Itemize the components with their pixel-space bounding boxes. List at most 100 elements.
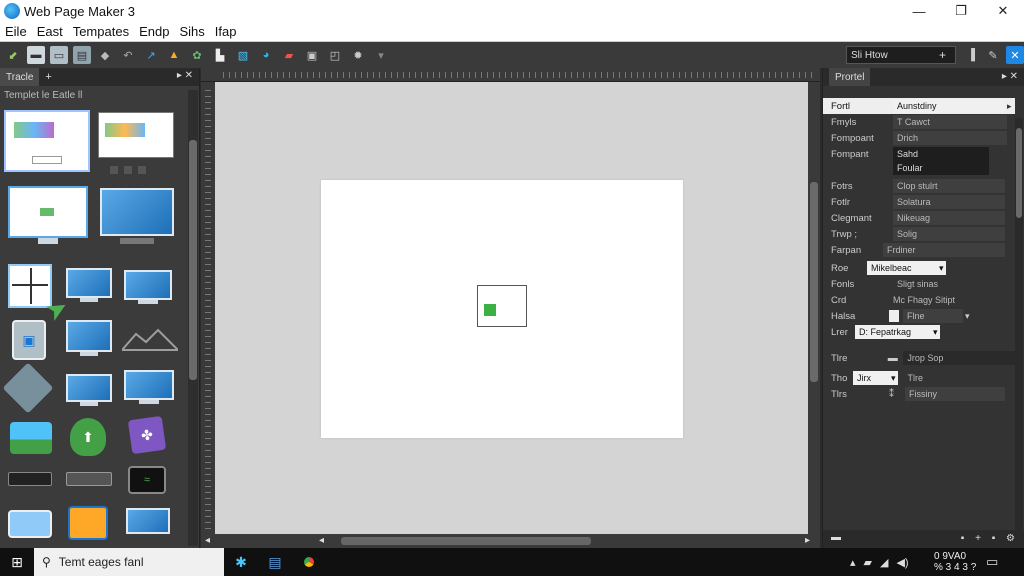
property-row[interactable]: Clegmant Nikeuag [823, 210, 1015, 226]
tools-icon[interactable]: ✕ [1006, 46, 1024, 64]
print-icon[interactable]: ▭ [50, 46, 68, 64]
green-square-object[interactable] [484, 304, 496, 316]
canvas-horizontal-scrollbar[interactable]: ◂ ◂ ▸ [201, 534, 820, 548]
template-thumbnail[interactable] [4, 110, 90, 172]
dropdown-arrow-icon[interactable]: ▾ [931, 325, 940, 339]
monitor-template-thumbnail[interactable] [100, 188, 174, 254]
menu-file[interactable]: Eile [0, 24, 32, 39]
add-button[interactable]: + [939, 48, 946, 62]
property-row-dropdown[interactable]: Tho Jirx ▾ Tlre [823, 370, 1015, 386]
draw-icon[interactable]: ↗ [142, 46, 160, 64]
scroll-back-arrow-icon[interactable]: ◂ [319, 535, 324, 546]
gallery-template-icon[interactable] [8, 510, 52, 538]
page-canvas[interactable] [321, 180, 683, 438]
box-template-icon[interactable] [68, 506, 108, 540]
windows-start-icon[interactable]: ⊞ [0, 548, 34, 576]
form-icon[interactable]: ▣ [303, 46, 321, 64]
selected-element[interactable] [477, 285, 527, 327]
notifications-icon[interactable]: ▭ [986, 554, 998, 570]
properties-scrollbar[interactable] [1015, 118, 1023, 538]
globe-icon[interactable]: ◕ [257, 46, 275, 64]
chevron-right-icon[interactable]: ▸ [1007, 101, 1012, 112]
property-row[interactable]: Crd Mc Fhagy Sitipt [823, 292, 1015, 308]
property-row[interactable]: Fonls Sligt sinas [823, 276, 1015, 292]
close-button[interactable]: ✕ [982, 0, 1024, 22]
property-row[interactable]: Fompoant Drich [823, 130, 1015, 146]
tab-properties[interactable]: Prortel [829, 68, 871, 86]
scroll-right-arrow-icon[interactable]: ▸ [805, 535, 810, 546]
menu-sihs[interactable]: Sihs [174, 24, 209, 39]
volume-icon[interactable]: ◀) [896, 556, 908, 569]
undo-icon[interactable]: ↶ [119, 46, 137, 64]
upload-arrow-icon[interactable]: ⬆ [70, 418, 106, 456]
property-row[interactable]: Foular [823, 160, 1015, 176]
menu-edit[interactable]: East [32, 24, 68, 39]
paste-icon[interactable]: ◆ [96, 46, 114, 64]
monitor-template-thumbnail[interactable] [8, 186, 88, 252]
landscape-image-icon[interactable] [10, 422, 52, 454]
add-tab-button[interactable]: + [45, 71, 51, 83]
network-icon[interactable]: ▰ [864, 556, 872, 569]
bar-chart-icon[interactable]: ▐ [962, 46, 980, 64]
edit-icon[interactable]: ✎ [984, 46, 1002, 64]
dropdown-arrow-icon[interactable]: ▾ [937, 261, 946, 275]
maximize-button[interactable]: ❐ [940, 0, 982, 22]
footer-bar-icon[interactable] [66, 472, 112, 486]
taskbar-search-text[interactable]: Temt eages fanl [59, 555, 144, 569]
file-explorer-icon[interactable]: ▤ [258, 548, 292, 576]
pointer-tool-icon[interactable]: ⬋ [4, 46, 22, 64]
save-icon[interactable]: ▬ [27, 46, 45, 64]
scroll-left-arrow-icon[interactable]: ◂ [205, 535, 210, 546]
menu-help[interactable]: Ifap [210, 24, 242, 39]
property-row[interactable]: Farpan Frdiner [823, 242, 1015, 258]
panel-controls[interactable]: ▸ ✕ [177, 70, 193, 81]
tab-templates[interactable]: Tracle [0, 68, 40, 86]
property-row[interactable]: Tlrs ⁑ Fissiny [823, 386, 1015, 402]
dropdown-arrow-icon[interactable]: ▾ [889, 371, 898, 385]
document-template-icon[interactable]: ▣ [12, 320, 46, 360]
monitor-template-thumbnail[interactable] [66, 268, 112, 304]
template-thumbnail[interactable] [98, 112, 174, 158]
preview-icon[interactable]: ◰ [326, 46, 344, 64]
minimize-button[interactable]: — [898, 0, 940, 22]
monitor-template-thumbnail[interactable] [126, 508, 170, 540]
toolbar-search-input[interactable] [851, 49, 939, 61]
panel-controls[interactable]: ▸ ✕ [1002, 71, 1018, 82]
templates-scrollbar-thumb[interactable] [189, 140, 197, 380]
link-icon[interactable]: ✿ [188, 46, 206, 64]
menu-templates[interactable]: Tempates [68, 24, 134, 39]
property-row-dropdown[interactable]: Lrer D: Fepatrkag ▾ [823, 324, 1015, 340]
properties-scrollbar-thumb[interactable] [1016, 128, 1022, 218]
taskbar-clock[interactable]: 0 9VA0 % 3 4 3 ? [934, 551, 976, 573]
dropdown-arrow-icon[interactable]: ▾ [965, 311, 970, 322]
collapse-icon[interactable]: ▬ [831, 532, 841, 543]
property-row[interactable]: Fmyls T Cawct [823, 114, 1015, 130]
chrome-browser-icon[interactable] [292, 548, 326, 576]
settings-icon[interactable]: ✹ [349, 46, 367, 64]
header-bar-icon[interactable] [8, 472, 52, 486]
canvas-vertical-scrollbar[interactable] [808, 82, 820, 534]
image-icon[interactable]: ▧ [234, 46, 252, 64]
copy-icon[interactable]: ▤ [73, 46, 91, 64]
puzzle-template-icon[interactable]: ✤ [127, 415, 167, 455]
video-template-icon[interactable]: ≈ [128, 466, 166, 494]
property-row[interactable]: Fotlr Solatura [823, 194, 1015, 210]
dropdown-arrow-icon[interactable]: ▾ [372, 46, 390, 64]
templates-scrollbar[interactable] [188, 90, 198, 546]
footer-controls-icon[interactable]: ▪ + ▪ ⚙ [961, 533, 1019, 544]
monitor-template-thumbnail[interactable] [66, 374, 112, 410]
property-row[interactable]: Trwp ; Solig [823, 226, 1015, 242]
checkbox-icon[interactable] [889, 310, 899, 322]
monitor-template-thumbnail[interactable] [124, 270, 174, 306]
property-row-dropdown[interactable]: Halsa Flne ▾ [823, 308, 1015, 324]
canvas-horizontal-scrollbar-thumb[interactable] [341, 537, 591, 545]
taskbar-search[interactable]: ⚲ Temt eages fanl [34, 548, 224, 576]
property-row-dropdown[interactable]: Roe Mikelbeac ▾ [823, 260, 1015, 276]
property-row-font[interactable]: Fortl Aunstdiny ▸ [823, 98, 1015, 114]
table-icon[interactable]: ▙ [211, 46, 229, 64]
property-row[interactable]: Tlre ▬ Jrop Sop [823, 350, 1015, 366]
flash-icon[interactable]: ▰ [280, 46, 298, 64]
shape-icon[interactable]: ▲ [165, 46, 183, 64]
wifi-icon[interactable]: ◢ [880, 556, 888, 569]
monitor-template-thumbnail[interactable] [124, 370, 174, 408]
